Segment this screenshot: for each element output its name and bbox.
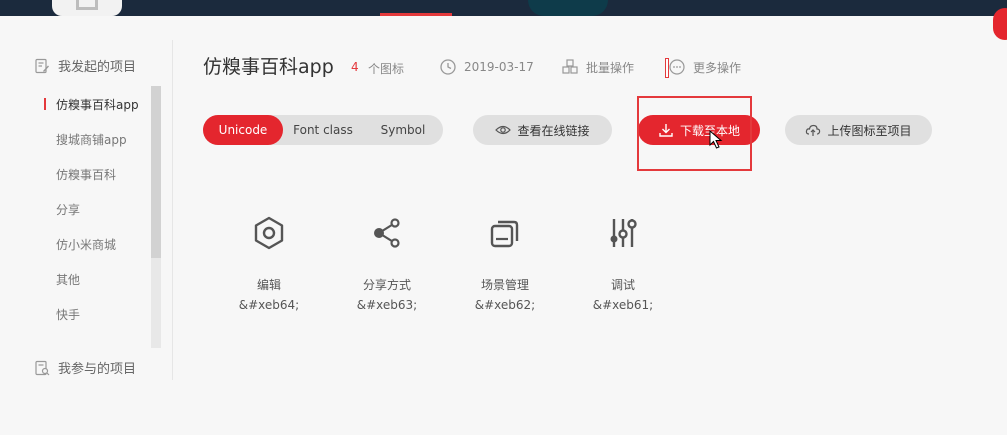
user-avatar[interactable]	[52, 0, 122, 16]
tab-unicode[interactable]: Unicode	[203, 115, 283, 145]
glyph-name: 编辑	[256, 278, 281, 292]
tab-symbol[interactable]: Symbol	[363, 115, 443, 145]
top-navigation-bar	[0, 0, 1007, 16]
sliders-icon	[610, 219, 637, 247]
created-date: 2019-03-17	[439, 58, 534, 76]
sidebar-item-project-4[interactable]: 分享	[56, 201, 80, 218]
glyph-name: 调试	[610, 278, 635, 292]
view-online-link-label: 查看在线链接	[517, 123, 590, 138]
layers-icon	[490, 220, 519, 248]
glyph-code: &#xeb63;	[356, 298, 418, 312]
icon-count-label: 个图标	[368, 62, 405, 76]
glyph-card-share[interactable]: 分享方式 &#xeb63;	[332, 200, 442, 330]
upload-label: 上传图标至项目	[827, 123, 912, 138]
annotation-highlight-box	[637, 96, 752, 171]
sidebar-scrollbar-thumb[interactable]	[151, 86, 161, 258]
page-title: 仿糗事百科app	[203, 56, 334, 78]
active-nav-indicator	[380, 13, 452, 16]
batch-operations-button[interactable]: 批量操作	[561, 58, 634, 76]
mouse-pointer-icon	[709, 130, 723, 149]
more-operations-label: 更多操作	[693, 60, 742, 75]
batch-operations-label: 批量操作	[586, 60, 635, 75]
tab-font-class[interactable]: Font class	[283, 115, 363, 145]
glyph-name: 场景管理	[480, 278, 529, 292]
icon-count: 4	[351, 60, 359, 74]
sidebar-item-project-3[interactable]: 仿糗事百科	[56, 166, 116, 183]
joined-projects-label: 我参与的项目	[58, 362, 137, 377]
joined-projects-header[interactable]: 我参与的项目	[34, 358, 136, 377]
glyph-code: &#xeb62;	[474, 298, 536, 312]
more-dots-icon	[669, 59, 685, 75]
project-sidebar: 我发起的项目 仿糗事百科app 搜城商铺app 仿糗事百科 分享 仿小米商城 其…	[0, 16, 172, 435]
glyph-name: 分享方式	[362, 278, 411, 292]
sidebar-item-project-1[interactable]: 仿糗事百科app	[56, 96, 139, 113]
sidebar-divider	[172, 40, 173, 380]
glyph-card-scene-management[interactable]: 场景管理 &#xeb62;	[450, 200, 560, 330]
sidebar-item-project-5[interactable]: 仿小米商城	[56, 236, 116, 253]
more-operations-button[interactable]: 更多操作	[668, 58, 741, 76]
floating-action-button[interactable]	[993, 8, 1007, 40]
my-projects-label: 我发起的项目	[58, 60, 137, 75]
glyph-card-edit[interactable]: 编辑 &#xeb64;	[214, 200, 324, 330]
date-text: 2019-03-17	[464, 60, 534, 74]
active-item-indicator	[44, 98, 46, 110]
code-type-tabs: Unicode Font class Symbol	[203, 115, 443, 145]
glyph-card-debug[interactable]: 调试 &#xeb61;	[568, 200, 678, 330]
sidebar-item-project-7[interactable]: 快手	[56, 306, 80, 323]
share-icon	[374, 218, 400, 248]
cloud-upload-icon	[806, 124, 821, 136]
clock-icon	[440, 59, 456, 75]
document-search-icon	[35, 360, 50, 375]
glyph-code: &#xeb61;	[592, 298, 654, 312]
eye-icon	[495, 125, 512, 135]
glyph-code: &#xeb64;	[238, 298, 300, 312]
grid-blocks-icon	[562, 59, 578, 74]
top-banner-decoration	[528, 0, 608, 16]
document-edit-icon	[35, 58, 49, 73]
sidebar-item-project-2[interactable]: 搜城商铺app	[56, 131, 127, 148]
sidebar-item-project-6[interactable]: 其他	[56, 271, 80, 288]
hexagon-nut-icon	[254, 216, 284, 250]
my-projects-header[interactable]: 我发起的项目	[34, 56, 136, 75]
view-online-link-button[interactable]: 查看在线链接	[473, 115, 612, 145]
upload-to-project-button[interactable]: 上传图标至项目	[785, 115, 932, 145]
